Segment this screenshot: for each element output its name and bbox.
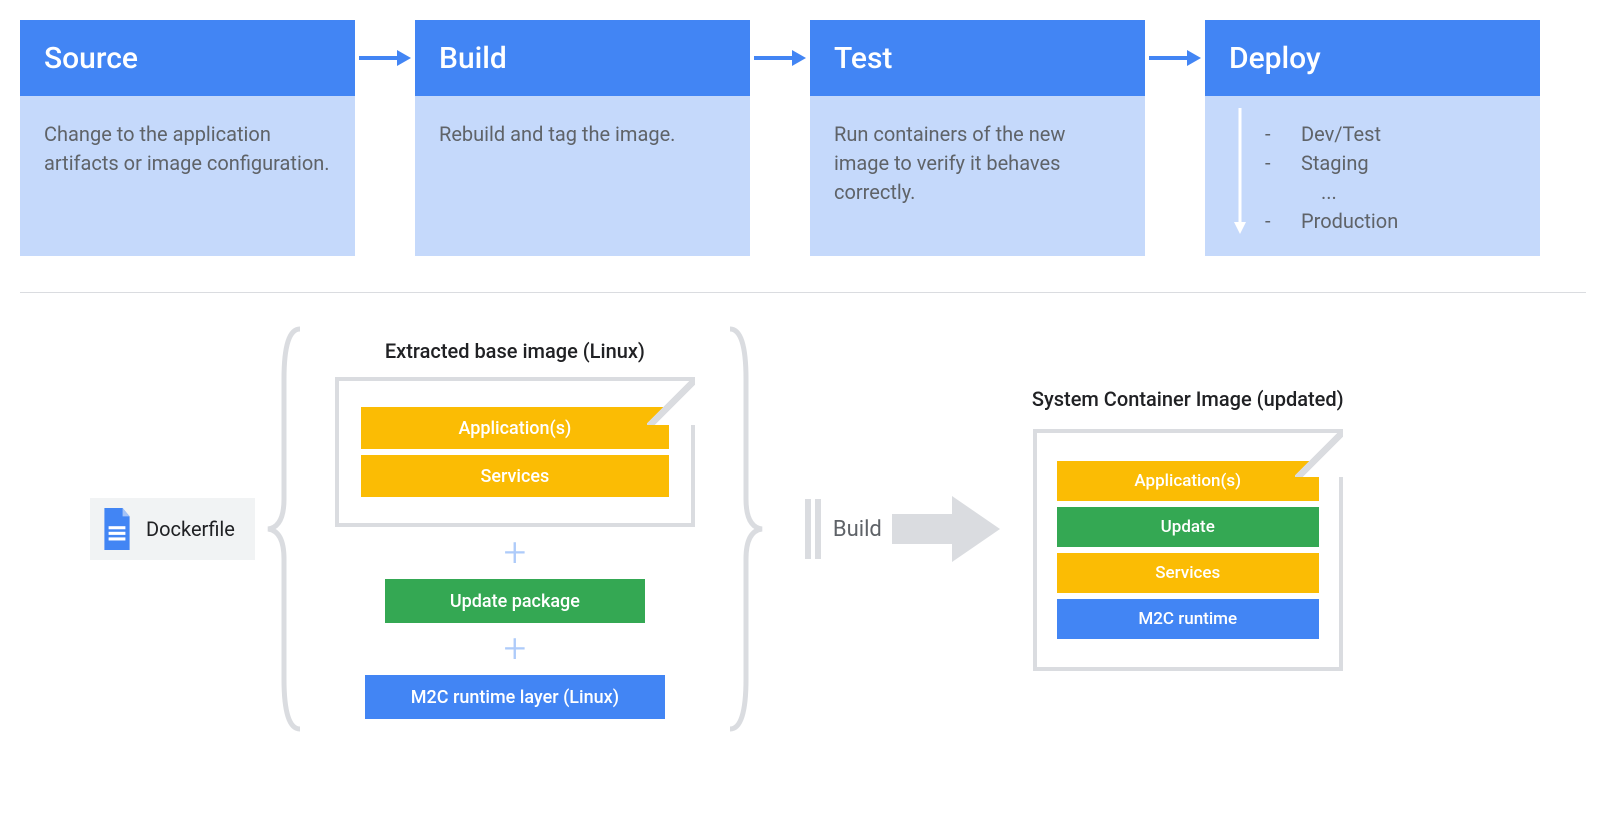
dockerfile-block: Dockerfile bbox=[90, 498, 255, 560]
layer-m2c-runtime: M2C runtime layer (Linux) bbox=[365, 675, 665, 719]
arrow-right-large-icon bbox=[892, 494, 1002, 564]
plus-icon: + bbox=[504, 629, 527, 669]
result-layer: Update bbox=[1057, 507, 1319, 547]
result-layer: M2C runtime bbox=[1057, 599, 1319, 639]
arrow-icon bbox=[750, 20, 810, 96]
extracted-title: Extracted base image (Linux) bbox=[385, 339, 645, 363]
dockerfile-label: Dockerfile bbox=[146, 517, 235, 541]
page-corner-icon bbox=[1295, 429, 1343, 477]
stage-deploy-title: Deploy bbox=[1205, 20, 1540, 96]
section-divider bbox=[20, 292, 1586, 293]
pipeline-row: Source Change to the application artifac… bbox=[20, 20, 1586, 256]
base-image-frame: Application(s) Services bbox=[335, 377, 695, 527]
stage-source-body: Change to the application artifacts or i… bbox=[20, 96, 355, 256]
double-bar-icon bbox=[805, 499, 823, 559]
result-column: System Container Image (updated) Applica… bbox=[1032, 387, 1344, 671]
build-diagram: Dockerfile Extracted base image (Linux) … bbox=[20, 319, 1586, 739]
brace-close-icon bbox=[715, 319, 775, 739]
plus-icon: + bbox=[504, 533, 527, 573]
input-stack: Extracted base image (Linux) Application… bbox=[315, 339, 715, 719]
stage-test-title: Test bbox=[810, 20, 1145, 96]
layer-services: Services bbox=[361, 455, 669, 497]
stage-source: Source Change to the application artifac… bbox=[20, 20, 355, 256]
stage-build-title: Build bbox=[415, 20, 750, 96]
build-arrow: Build bbox=[805, 494, 1002, 564]
deploy-env: Dev/Test bbox=[1301, 120, 1381, 149]
stage-deploy-body: -Dev/Test -Staging ... -Production bbox=[1205, 96, 1540, 256]
stage-build-body: Rebuild and tag the image. bbox=[415, 96, 750, 256]
result-layer: Application(s) bbox=[1057, 461, 1319, 501]
stage-build: Build Rebuild and tag the image. bbox=[415, 20, 750, 256]
stage-source-title: Source bbox=[20, 20, 355, 96]
result-image-frame: Application(s) Update Services M2C runti… bbox=[1033, 429, 1343, 671]
layer-applications: Application(s) bbox=[361, 407, 669, 449]
build-label: Build bbox=[833, 517, 882, 542]
deploy-env: Production bbox=[1301, 207, 1398, 236]
file-icon bbox=[100, 508, 134, 550]
page-corner-icon bbox=[647, 377, 695, 425]
result-layer: Services bbox=[1057, 553, 1319, 593]
bullet-dash: - bbox=[1265, 120, 1275, 149]
arrow-icon bbox=[355, 20, 415, 96]
arrow-icon bbox=[1145, 20, 1205, 96]
stage-test: Test Run containers of the new image to … bbox=[810, 20, 1145, 256]
layer-update-package: Update package bbox=[385, 579, 645, 623]
stage-test-body: Run containers of the new image to verif… bbox=[810, 96, 1145, 256]
arrow-down-icon bbox=[1231, 106, 1249, 236]
stage-deploy: Deploy -Dev/Test -Staging ... -Productio… bbox=[1205, 20, 1540, 256]
bullet-dash: - bbox=[1265, 149, 1275, 178]
deploy-env: Staging bbox=[1301, 149, 1369, 178]
brace-open-icon bbox=[255, 319, 315, 739]
deploy-ellipsis: ... bbox=[1321, 178, 1337, 207]
bullet-dash: - bbox=[1265, 207, 1275, 236]
result-title: System Container Image (updated) bbox=[1032, 387, 1344, 411]
